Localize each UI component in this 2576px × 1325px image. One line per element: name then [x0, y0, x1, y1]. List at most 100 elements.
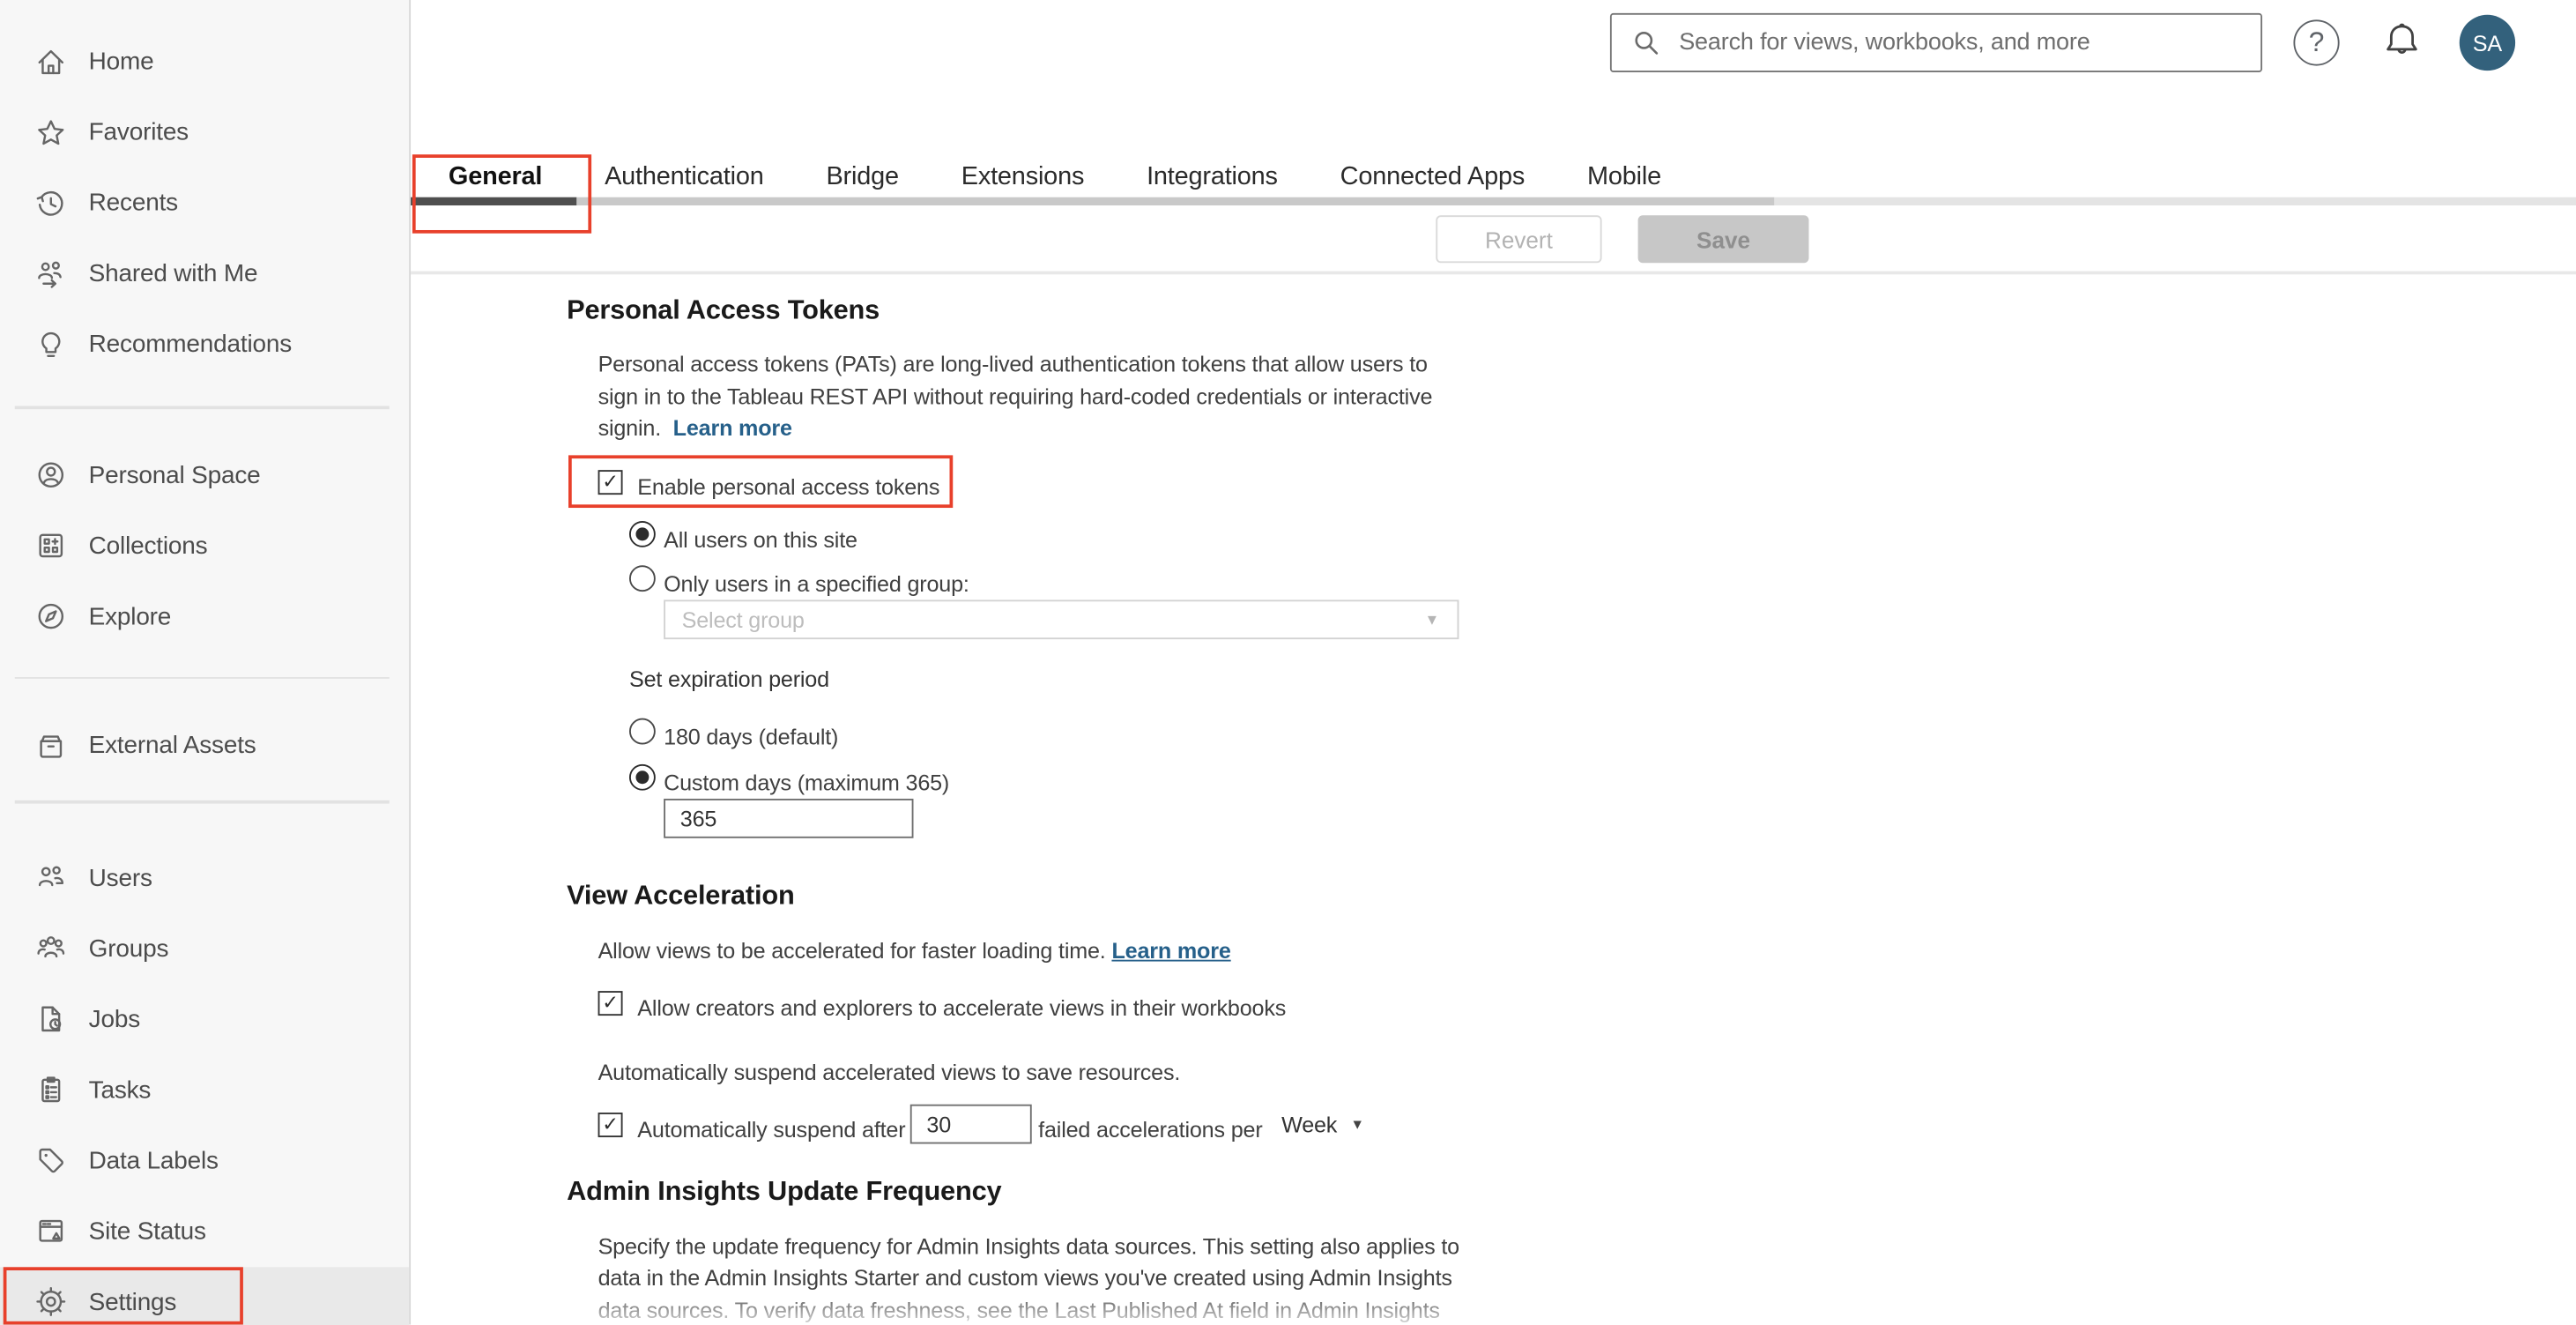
help-icon[interactable]: ? — [2293, 19, 2340, 66]
home-icon — [38, 49, 64, 74]
sidebar-divider — [14, 406, 390, 409]
tab-scrollbar-track — [576, 197, 1775, 205]
sidebar-item-label: Home — [88, 48, 154, 76]
view-acceleration-description: Allow views to be accelerated for faster… — [598, 938, 1231, 964]
tab-general[interactable]: General — [449, 163, 543, 193]
sidebar-item-label: Site Status — [88, 1217, 206, 1246]
auto-suspend-prefix-label: Automatically suspend after — [637, 1116, 906, 1142]
sidebar-item-tasks[interactable]: Tasks — [0, 1054, 409, 1125]
tab-connected-apps[interactable]: Connected Apps — [1340, 163, 1526, 193]
sidebar-item-shared-with-me[interactable]: Shared with Me — [0, 238, 409, 309]
sidebar-divider — [14, 800, 390, 803]
sidebar-item-label: External Assets — [88, 731, 256, 760]
custom-days-radio[interactable] — [628, 763, 656, 791]
tab-integrations[interactable]: Integrations — [1147, 163, 1278, 193]
sidebar-item-settings[interactable]: Settings — [0, 1266, 410, 1325]
all-users-label: All users on this site — [664, 526, 857, 552]
expiration-period-label: Set expiration period — [628, 666, 829, 692]
sidebar-item-explore[interactable]: Explore — [0, 581, 409, 651]
sidebar-item-label: Recommendations — [88, 330, 293, 359]
sidebar-item-label: Explore — [88, 602, 172, 630]
pat-description-line2: sign in to the Tableau REST API without … — [598, 383, 1433, 409]
suspend-count-input[interactable] — [909, 1104, 1032, 1144]
sidebar-item-groups[interactable]: Groups — [0, 913, 409, 984]
global-search — [1609, 12, 2263, 73]
days-180-radio[interactable] — [628, 718, 656, 745]
sidebar-item-label: Collections — [88, 532, 208, 560]
sidebar-item-label: Tasks — [88, 1076, 152, 1104]
sidebar-item-label: Users — [88, 863, 152, 892]
pat-section-title: Personal Access Tokens — [567, 295, 880, 326]
settings-tab-bar: General Authentication Bridge Extensions… — [411, 163, 2576, 193]
auto-suspend-checkbox[interactable]: ✓ — [598, 1112, 623, 1137]
sidebar-item-label: Jobs — [88, 1004, 141, 1033]
tag-icon — [39, 1148, 63, 1173]
tab-extensions[interactable]: Extensions — [961, 163, 1085, 193]
sidebar-item-site-status[interactable]: Site Status — [0, 1195, 409, 1266]
avatar[interactable]: SA — [2459, 14, 2516, 71]
sidebar-divider — [14, 676, 390, 679]
sidebar-item-label: Shared with Me — [88, 259, 258, 288]
suspend-description: Automatically suspend accelerated views … — [598, 1059, 1181, 1084]
specified-group-radio[interactable] — [628, 565, 656, 592]
lightbulb-icon — [41, 331, 61, 357]
sidebar-item-collections[interactable]: Collections — [0, 510, 409, 581]
custom-days-label: Custom days (maximum 365) — [664, 770, 950, 795]
history-icon — [36, 190, 63, 215]
gear-icon — [36, 1286, 66, 1316]
pat-description-line1: Personal access tokens (PATs) are long-l… — [598, 351, 1428, 376]
view-acceleration-title: View Acceleration — [567, 881, 795, 911]
sidebar-item-users[interactable]: Users — [0, 842, 409, 912]
allow-acceleration-checkbox[interactable]: ✓ — [598, 990, 623, 1016]
compass-icon — [38, 603, 64, 629]
site-status-icon — [39, 1219, 63, 1242]
search-input[interactable] — [1675, 27, 2261, 58]
shared-with-me-icon — [38, 260, 62, 287]
sidebar-item-home[interactable]: Home — [0, 26, 409, 97]
all-users-radio[interactable] — [628, 520, 656, 547]
admin-insights-title: Admin Insights Update Frequency — [567, 1176, 1002, 1207]
tab-authentication[interactable]: Authentication — [605, 163, 764, 193]
pat-learn-more-link[interactable]: Learn more — [673, 416, 792, 441]
specified-group-label: Only users in a specified group: — [664, 570, 969, 596]
chevron-down-icon[interactable]: ▼ — [1350, 1116, 1364, 1133]
sidebar-item-data-labels[interactable]: Data Labels — [0, 1125, 409, 1195]
search-icon — [1635, 31, 1659, 55]
sidebar-item-label: Data Labels — [88, 1146, 219, 1174]
sidebar-item-label: Settings — [88, 1287, 177, 1316]
sidebar-item-external-assets[interactable]: External Assets — [0, 710, 409, 780]
sidebar-item-favorites[interactable]: Favorites — [0, 97, 409, 167]
period-dropdown[interactable]: Week — [1281, 1113, 1337, 1137]
toolbar-divider — [411, 271, 2576, 274]
days-180-label: 180 days (default) — [664, 724, 839, 749]
tab-mobile[interactable]: Mobile — [1587, 163, 1661, 193]
tableau-settings-page: Home Favorites Recents Shared with Me Re… — [0, 0, 2576, 1325]
sidebar-item-label: Recents — [88, 189, 178, 218]
sidebar-item-label: Favorites — [88, 118, 189, 146]
save-button[interactable]: Save — [1637, 215, 1809, 264]
star-icon — [38, 119, 64, 145]
sidebar-item-label: Personal Space — [88, 460, 261, 489]
sidebar: Home Favorites Recents Shared with Me Re… — [0, 0, 412, 1325]
pat-description-line3: signin. Learn more — [598, 415, 792, 441]
sidebar-item-recommendations[interactable]: Recommendations — [0, 309, 409, 379]
revert-button[interactable]: Revert — [1436, 215, 1602, 264]
person-circle-icon — [38, 462, 64, 488]
admin-insights-line3: data sources. To verify data freshness, … — [598, 1297, 1440, 1322]
custom-days-input[interactable] — [664, 799, 914, 838]
chevron-down-icon: ▼ — [1424, 611, 1440, 629]
tab-underline — [1774, 197, 2576, 205]
sidebar-item-jobs[interactable]: Jobs — [0, 984, 409, 1054]
tasks-icon — [41, 1076, 61, 1103]
sidebar-item-recents[interactable]: Recents — [0, 167, 409, 238]
view-acceleration-learn-more-link[interactable]: Learn more — [1111, 938, 1230, 963]
sidebar-item-personal-space[interactable]: Personal Space — [0, 440, 409, 510]
tab-scrollbar-thumb[interactable] — [411, 197, 577, 205]
notifications-bell-icon[interactable] — [2377, 19, 2426, 68]
admin-insights-line2: data in the Admin Insights Starter and c… — [598, 1265, 1452, 1291]
auto-suspend-suffix-label: failed accelerations per — [1038, 1116, 1263, 1142]
enable-pat-checkbox[interactable]: ✓ — [598, 469, 623, 495]
tab-bridge[interactable]: Bridge — [826, 163, 899, 193]
group-select-dropdown[interactable]: Select group ▼ — [664, 599, 1459, 640]
jobs-icon — [41, 1006, 62, 1032]
